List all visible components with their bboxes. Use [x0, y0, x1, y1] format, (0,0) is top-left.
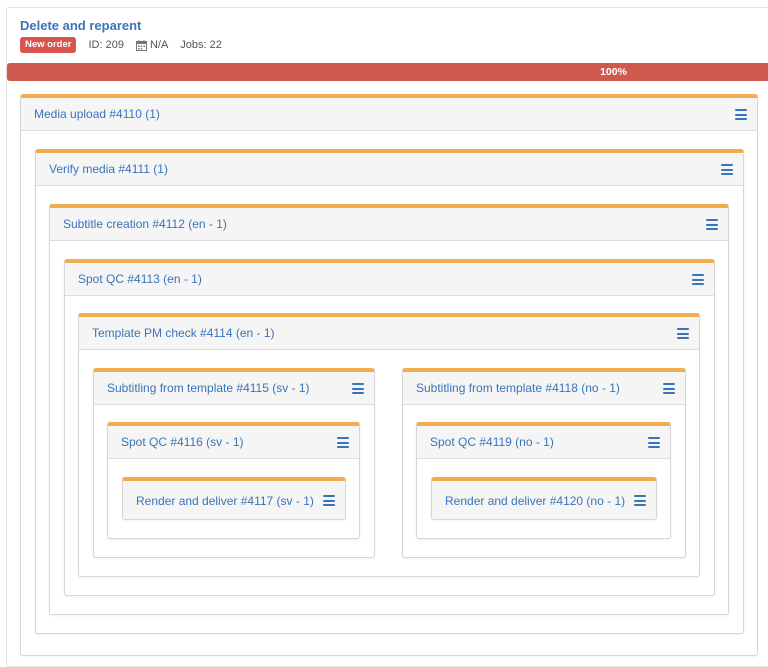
order-id: ID: 209: [88, 39, 124, 51]
job-header: Subtitle creation #4112 (en - 1): [50, 208, 728, 241]
job-link-4112[interactable]: Subtitle creation #4112 (en - 1): [63, 208, 227, 241]
order-meta: New order ID: 209 N/A Jobs: 22: [20, 37, 222, 53]
status-badge: New order: [20, 37, 77, 53]
job-link-4114[interactable]: Template PM check #4114 (en - 1): [92, 317, 275, 350]
progress-label: 100%: [600, 66, 627, 78]
job-header: Spot QC #4113 (en - 1): [65, 263, 714, 296]
hamburger-menu-icon[interactable]: [352, 383, 364, 394]
order-jobs-count: Jobs: 22: [180, 39, 222, 51]
hamburger-menu-icon[interactable]: [706, 219, 718, 230]
job-link-4110[interactable]: Media upload #4110 (1): [34, 98, 160, 131]
hamburger-menu-icon[interactable]: [721, 164, 733, 175]
job-link-4120[interactable]: Render and deliver #4120 (no - 1): [445, 481, 625, 521]
order-date: N/A: [135, 39, 169, 51]
hamburger-menu-icon[interactable]: [692, 274, 704, 285]
job-card-4120: Render and deliver #4120 (no - 1): [431, 477, 657, 520]
job-link-4115[interactable]: Subtitling from template #4115 (sv - 1): [107, 372, 310, 405]
hamburger-menu-icon[interactable]: [648, 437, 660, 448]
job-link-4113[interactable]: Spot QC #4113 (en - 1): [78, 263, 202, 296]
job-link-4119[interactable]: Spot QC #4119 (no - 1): [430, 426, 554, 459]
order-date-value: N/A: [149, 39, 169, 51]
job-header: Subtitling from template #4118 (no - 1): [403, 372, 685, 405]
job-link-4118[interactable]: Subtitling from template #4118 (no - 1): [416, 372, 620, 405]
job-header: Spot QC #4116 (sv - 1): [108, 426, 359, 459]
hamburger-menu-icon[interactable]: [735, 109, 747, 120]
job-card-4117: Render and deliver #4117 (sv - 1): [122, 477, 346, 520]
hamburger-menu-icon[interactable]: [663, 383, 675, 394]
job-link-4111[interactable]: Verify media #4111 (1): [49, 153, 168, 186]
job-header: Subtitling from template #4115 (sv - 1): [94, 372, 374, 405]
hamburger-menu-icon[interactable]: [677, 328, 689, 339]
job-header: Spot QC #4119 (no - 1): [417, 426, 670, 459]
job-link-4117[interactable]: Render and deliver #4117 (sv - 1): [136, 481, 314, 521]
job-header: Render and deliver #4120 (no - 1): [432, 481, 656, 519]
job-header: Template PM check #4114 (en - 1): [79, 317, 699, 350]
hamburger-menu-icon[interactable]: [337, 437, 349, 448]
order-title[interactable]: Delete and reparent: [20, 18, 141, 33]
job-header: Media upload #4110 (1): [21, 98, 757, 131]
job-link-4116[interactable]: Spot QC #4116 (sv - 1): [121, 426, 244, 459]
calendar-icon: [135, 39, 147, 51]
hamburger-menu-icon[interactable]: [634, 495, 646, 506]
job-header: Render and deliver #4117 (sv - 1): [123, 481, 345, 519]
hamburger-menu-icon[interactable]: [323, 495, 335, 506]
progress-bar: 100%: [7, 63, 768, 81]
job-header: Verify media #4111 (1): [36, 153, 743, 186]
